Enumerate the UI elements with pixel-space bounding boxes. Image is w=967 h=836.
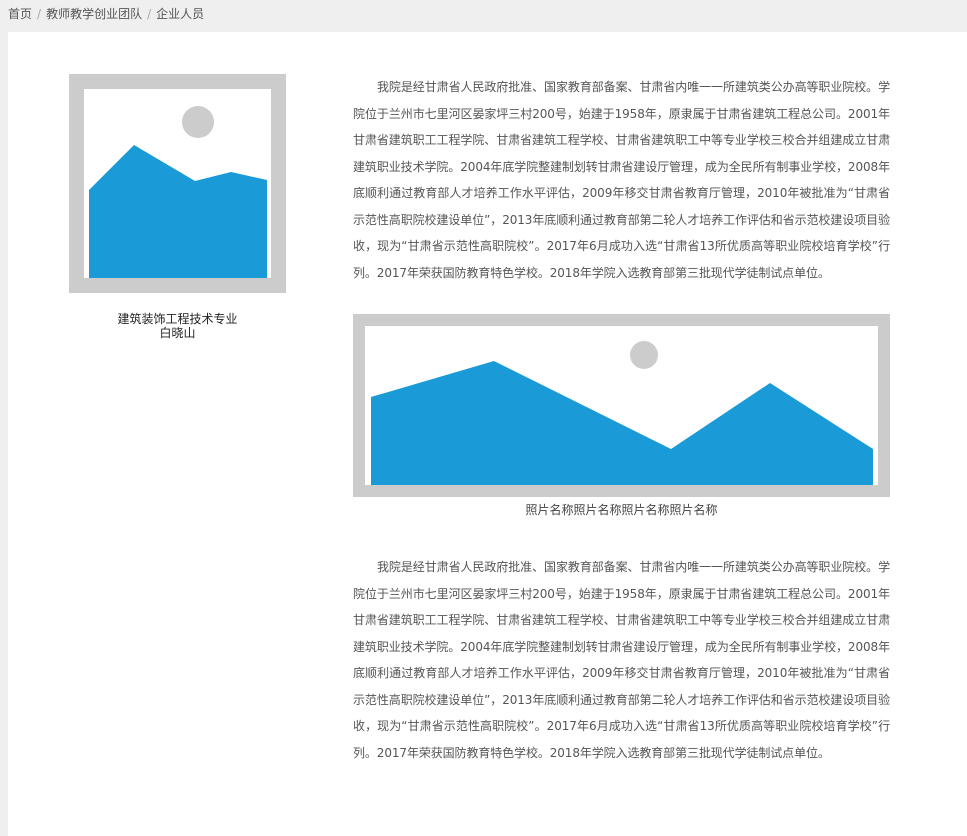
profile-card: 建筑装饰工程技术专业 白晓山 xyxy=(69,74,286,340)
content-card: 建筑装饰工程技术专业 白晓山 我院是经甘肃省人民政府批准、国家教育部备案、甘肃省… xyxy=(8,32,967,836)
profile-photo xyxy=(69,74,286,293)
photo-caption: 照片名称照片名称照片名称照片名称 xyxy=(525,503,718,517)
mountain-shape xyxy=(371,361,873,485)
profile-name: 白晓山 xyxy=(159,326,196,340)
breadcrumb-separator: / xyxy=(37,7,42,21)
main-content: 我院是经甘肃省人民政府批准、国家教育部备案、甘肃省内唯一一所建筑类公办高等职业院… xyxy=(353,74,890,766)
image-placeholder-icon xyxy=(89,106,267,278)
photo-block: 照片名称照片名称照片名称照片名称 xyxy=(353,314,890,517)
wide-photo xyxy=(353,314,890,497)
breadcrumb-teaching-team-link[interactable]: 教师教学创业团队 xyxy=(46,7,142,21)
intro-paragraph: 我院是经甘肃省人民政府批准、国家教育部备案、甘肃省内唯一一所建筑类公办高等职业院… xyxy=(353,80,890,280)
breadcrumb-home-link[interactable]: 首页 xyxy=(8,7,32,21)
breadcrumb-current: 企业人员 xyxy=(156,7,205,21)
mountain-shape xyxy=(89,145,267,278)
secondary-paragraph: 我院是经甘肃省人民政府批准、国家教育部备案、甘肃省内唯一一所建筑类公办高等职业院… xyxy=(353,560,890,760)
sun-shape xyxy=(182,106,214,138)
breadcrumb-separator: / xyxy=(147,7,152,21)
image-placeholder-icon xyxy=(371,341,873,485)
profile-major: 建筑装饰工程技术专业 xyxy=(117,312,238,326)
profile-caption: 建筑装饰工程技术专业 白晓山 xyxy=(69,312,286,340)
breadcrumb: 首页 / 教师教学创业团队 / 企业人员 xyxy=(0,0,967,30)
sun-shape xyxy=(630,341,658,369)
